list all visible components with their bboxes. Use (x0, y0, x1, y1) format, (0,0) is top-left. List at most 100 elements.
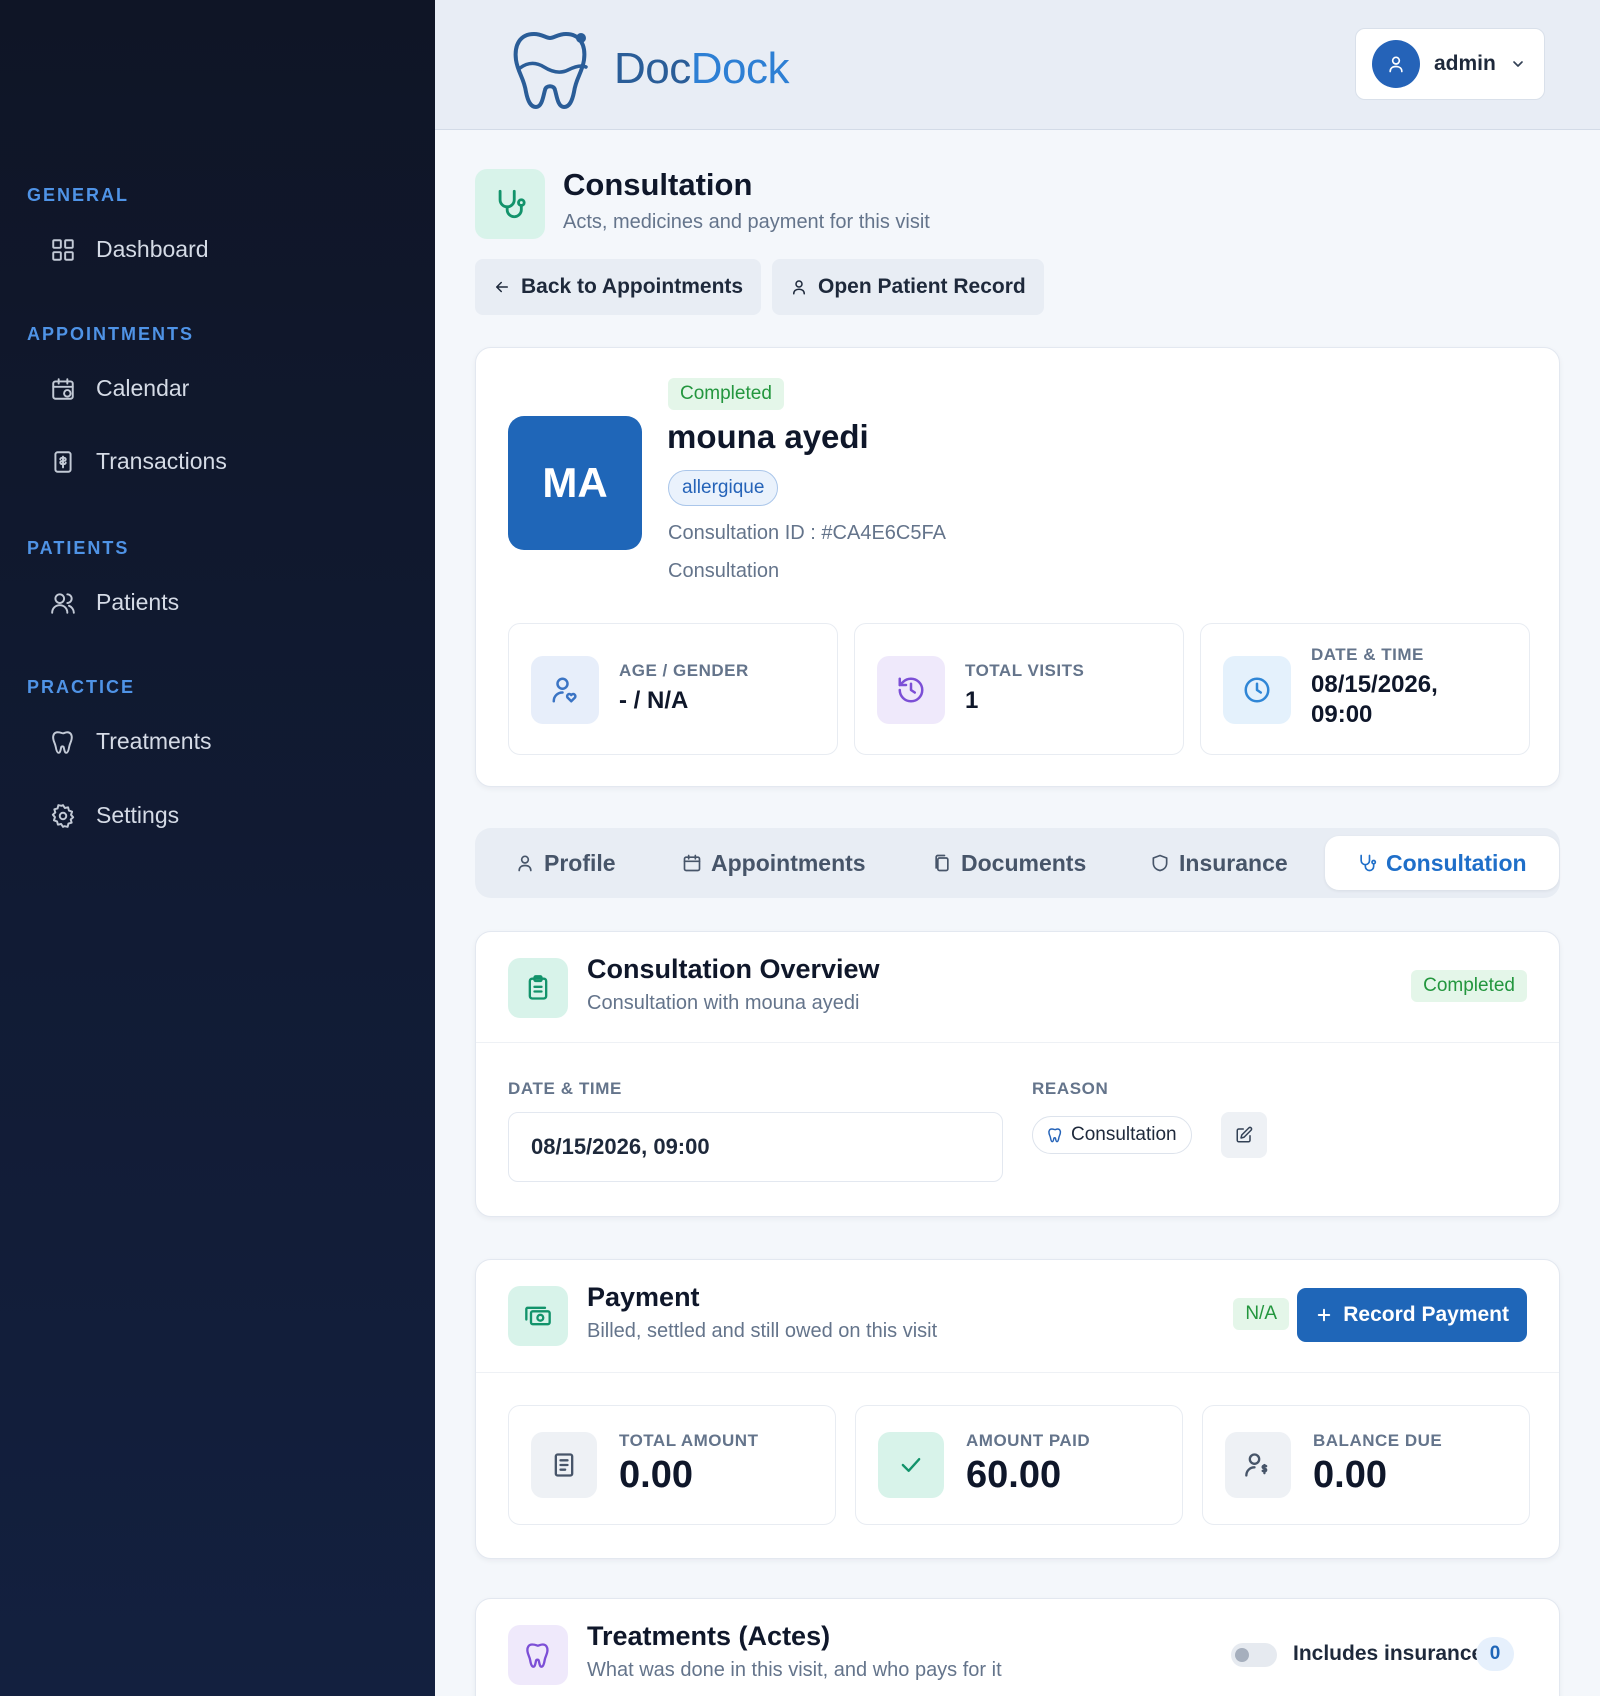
status-badge: Completed (1411, 970, 1527, 1002)
stat-date-time: DATE & TIME 08/15/2026, 09:00 (1200, 623, 1530, 755)
nav-section-practice: PRACTICE (27, 677, 136, 697)
stat-label: TOTAL VISITS (965, 661, 1085, 680)
open-record-label: Open Patient Record (818, 275, 1026, 298)
tab-label: Profile (544, 849, 616, 876)
stat-total-amount: TOTAL AMOUNT 0.00 (508, 1405, 836, 1525)
stat-value-line2: 09:00 (1311, 701, 1373, 728)
open-patient-record-button[interactable]: Open Patient Record (772, 259, 1044, 315)
reason-chip: Consultation (1032, 1116, 1192, 1154)
reason-label: REASON (1032, 1079, 1109, 1098)
status-badge: Completed (668, 378, 784, 410)
section-title: Payment (587, 1282, 700, 1312)
page-icon-tile (475, 169, 545, 239)
sidebar-item-transactions[interactable]: Transactions (50, 448, 227, 475)
documents-icon (935, 854, 949, 872)
sidebar: GENERAL Dashboard APPOINTMENTS Calendar … (0, 0, 435, 1696)
patient-card: Completed MA mouna ayedi allergique Cons… (475, 347, 1560, 787)
icon-tile (508, 1286, 568, 1346)
patient-avatar: MA (508, 416, 642, 550)
icon-tile (877, 656, 945, 724)
stat-amount-paid: AMOUNT PAID 60.00 (855, 1405, 1183, 1525)
sidebar-item-settings[interactable]: Settings (50, 802, 179, 829)
stat-total-visits: TOTAL VISITS 1 (854, 623, 1184, 755)
date-time-field[interactable]: 08/15/2026, 09:00 (508, 1112, 1003, 1182)
treatments-card: Treatments (Actes) What was done in this… (475, 1598, 1560, 1696)
stat-value: 60.00 (966, 1454, 1062, 1496)
tab-label: Appointments (711, 849, 866, 876)
sidebar-item-treatments[interactable]: Treatments (50, 728, 211, 755)
consultation-id: Consultation ID : #CA4E6C5FA (668, 522, 946, 544)
sidebar-item-label: Transactions (96, 448, 227, 474)
sidebar-item-patients[interactable]: Patients (50, 589, 179, 616)
consultation-type: Consultation (668, 560, 780, 582)
stat-value: 0.00 (619, 1454, 693, 1496)
stat-label: BALANCE DUE (1313, 1431, 1443, 1450)
date-label: DATE & TIME (508, 1079, 622, 1098)
nav-section-appointments: APPOINTMENTS (27, 324, 195, 344)
user-icon (518, 855, 532, 872)
icon-tile (1225, 1432, 1291, 1498)
stat-label: AGE / GENDER (619, 661, 749, 680)
icon-tile (531, 656, 599, 724)
tab-documents[interactable]: Documents (932, 836, 1086, 890)
tab-label: Insurance (1179, 849, 1288, 876)
sidebar-item-label: Patients (96, 589, 180, 615)
tooth-icon (1048, 1128, 1062, 1143)
tab-insurance[interactable]: Insurance (1150, 836, 1288, 890)
app-logo[interactable]: DocDock (510, 26, 790, 112)
avatar (1372, 40, 1420, 88)
icon-tile (508, 958, 568, 1018)
page-subtitle: Acts, medicines and payment for this vis… (563, 211, 930, 233)
user-name: admin (1434, 52, 1496, 75)
icon-tile (531, 1432, 597, 1498)
user-heart-icon (552, 677, 577, 703)
payment-card: Payment Billed, settled and still owed o… (475, 1259, 1560, 1559)
section-subtitle: Billed, settled and still owed on this v… (587, 1320, 938, 1342)
stat-value: 1 (965, 687, 979, 714)
plus-icon (1318, 1308, 1331, 1322)
app-title: DocDock (614, 44, 790, 94)
user-menu[interactable]: admin (1355, 28, 1545, 100)
stat-age-gender: AGE / GENDER - / N/A (508, 623, 838, 755)
page-title: Consultation (563, 167, 753, 202)
record-payment-label: Record Payment (1343, 1303, 1509, 1326)
treatments-count-badge: 0 (1476, 1637, 1514, 1671)
edit-reason-button[interactable] (1221, 1112, 1267, 1158)
receipt-icon (554, 1453, 574, 1477)
dashboard-icon (52, 238, 74, 261)
cash-icon (525, 1306, 551, 1326)
brand-doc: Doc (614, 44, 691, 93)
calendar-icon (52, 377, 74, 400)
sidebar-item-label: Treatments (96, 728, 212, 754)
consultation-overview-card: Consultation Overview Consultation with … (475, 931, 1560, 1217)
tab-profile[interactable]: Profile (515, 836, 616, 890)
top-bar: DocDock admin (435, 0, 1600, 130)
includes-insurance-toggle[interactable] (1231, 1643, 1277, 1667)
edit-icon (1236, 1126, 1253, 1143)
icon-tile (878, 1432, 944, 1498)
tooth-icon (52, 730, 73, 754)
patient-name: mouna ayedi (667, 418, 869, 455)
clock-icon (1244, 677, 1270, 703)
tab-bar: Profile Appointments Documents Insurance… (475, 828, 1560, 898)
record-payment-button[interactable]: Record Payment (1297, 1288, 1527, 1342)
stat-label: TOTAL AMOUNT (619, 1431, 759, 1450)
tab-appointments[interactable]: Appointments (682, 836, 866, 890)
stat-label: AMOUNT PAID (966, 1431, 1091, 1450)
gear-icon (51, 803, 75, 828)
back-to-appointments-button[interactable]: Back to Appointments (475, 259, 762, 315)
stat-balance-due: BALANCE DUE 0.00 (1202, 1405, 1530, 1525)
sidebar-item-calendar[interactable]: Calendar (50, 375, 189, 402)
stethoscope-icon (498, 189, 526, 219)
patient-tag: allergique (668, 470, 779, 506)
icon-tile (508, 1625, 568, 1685)
sidebar-item-label: Dashboard (96, 236, 209, 262)
tab-consultation[interactable]: Consultation (1325, 836, 1559, 890)
sidebar-item-dashboard[interactable]: Dashboard (50, 236, 209, 263)
section-title: Treatments (Actes) (587, 1621, 831, 1651)
reason-value: Consultation (1071, 1124, 1177, 1145)
calendar-icon (683, 854, 701, 872)
arrow-left-icon (496, 281, 508, 293)
main-content: Consultation Acts, medicines and payment… (435, 131, 1600, 1696)
user-icon (793, 280, 805, 295)
